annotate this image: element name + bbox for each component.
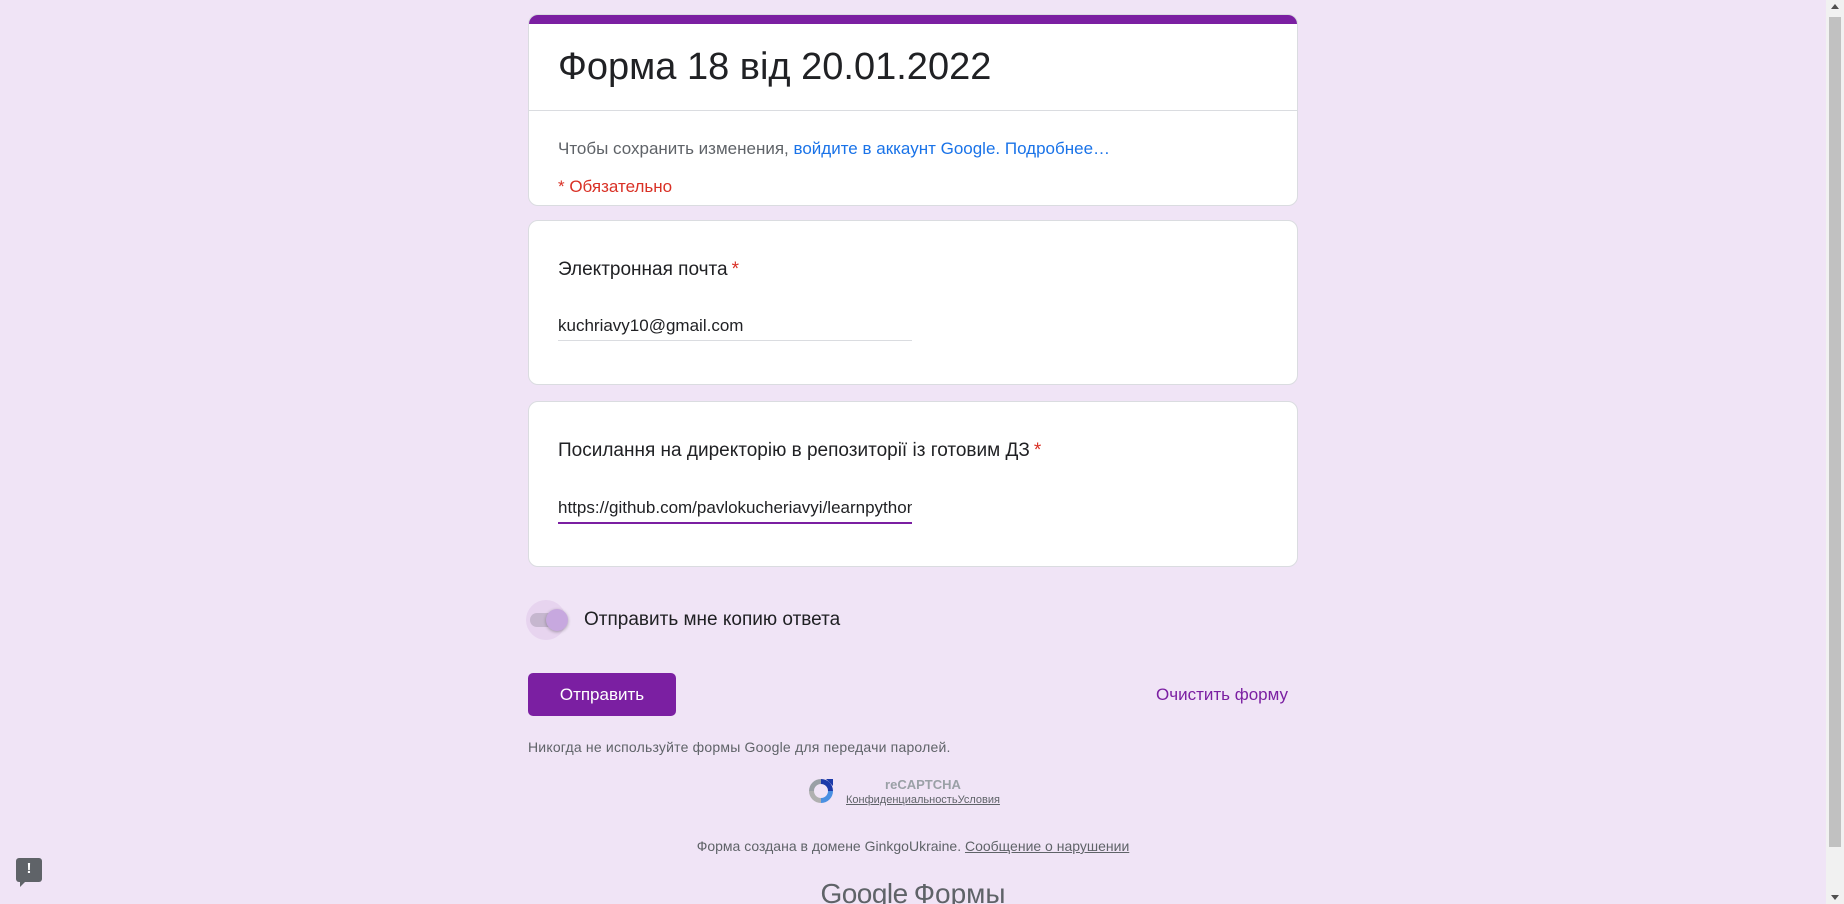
recaptcha-badge: reCAPTCHA КонфиденциальностьУсловия <box>806 773 1000 809</box>
form-header-card: Форма 18 від 20.01.2022 Чтобы сохранить … <box>528 14 1298 206</box>
question-card-repo-link: Посилання на директорію в репозиторії із… <box>528 401 1298 567</box>
clear-form-button[interactable]: Очистить форму <box>1140 673 1296 716</box>
form-column: Форма 18 від 20.01.2022 Чтобы сохранить … <box>528 14 1298 567</box>
scrollbar-thumb[interactable] <box>1829 17 1841 847</box>
recaptcha-links: КонфиденциальностьУсловия <box>846 794 1000 806</box>
vertical-scrollbar[interactable] <box>1826 0 1844 904</box>
scroll-up-arrow-icon[interactable] <box>1831 4 1839 9</box>
recaptcha-logo-icon <box>806 776 836 806</box>
header-divider <box>529 110 1297 111</box>
required-star: * <box>731 259 739 280</box>
recaptcha-name: reCAPTCHA <box>885 776 961 792</box>
send-copy-label: Отправить мне копию ответа <box>584 609 841 630</box>
required-note: * Обязательно <box>558 177 673 196</box>
signin-prefix: Чтобы сохранить изменения, <box>558 139 789 158</box>
password-warning: Никогда не используйте формы Google для … <box>528 739 951 755</box>
google-forms-logo[interactable]: Google Формы <box>0 878 1826 904</box>
form-title: Форма 18 від 20.01.2022 <box>558 46 992 88</box>
brand-google: Google <box>820 878 908 904</box>
question-label: Электронная почта <box>558 259 728 280</box>
repo-link-field[interactable] <box>558 494 912 524</box>
recaptcha-text: reCAPTCHA КонфиденциальностьУсловия <box>846 777 1000 806</box>
email-field[interactable] <box>558 311 912 341</box>
question-label: Посилання на директорію в репозиторії із… <box>558 440 1030 461</box>
privacy-link[interactable]: Конфиденциальность <box>846 794 958 806</box>
send-copy-toggle[interactable] <box>526 600 574 640</box>
page: Форма 18 від 20.01.2022 Чтобы сохранить … <box>0 0 1844 904</box>
question-title-email: Электронная почта * <box>558 259 739 281</box>
send-copy-row: Отправить мне копию ответа <box>526 600 841 640</box>
toggle-thumb <box>546 609 568 631</box>
terms-link[interactable]: Условия <box>958 794 1000 806</box>
domain-text: Форма создана в домене GinkgoUkraine. <box>696 838 962 854</box>
signin-link[interactable]: войдите в аккаунт Google. <box>794 139 1001 158</box>
brand-forms: Формы <box>913 878 1006 904</box>
scroll-down-arrow-icon[interactable] <box>1831 895 1839 900</box>
required-star: * <box>1033 440 1042 461</box>
submit-button[interactable]: Отправить <box>528 673 676 716</box>
header-accent-bar <box>529 15 1297 24</box>
learn-more-link[interactable]: Подробнее… <box>1005 139 1110 158</box>
signin-notice: Чтобы сохранить изменения, войдите в акк… <box>558 139 1110 159</box>
question-title-repo-link: Посилання на директорію в репозиторії із… <box>558 440 1041 462</box>
domain-notice: Форма создана в домене GinkgoUkraine. Со… <box>0 838 1826 854</box>
report-abuse-link[interactable]: Сообщение о нарушении <box>965 838 1129 854</box>
question-card-email: Электронная почта * <box>528 220 1298 385</box>
report-problem-icon[interactable]: ! <box>16 858 42 887</box>
